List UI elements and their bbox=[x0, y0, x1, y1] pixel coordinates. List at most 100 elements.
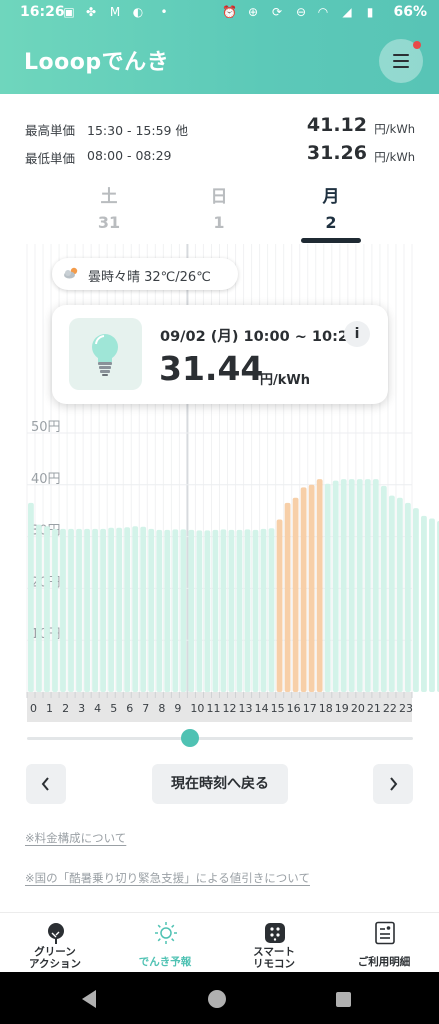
tab-day-label: 日 bbox=[210, 187, 228, 207]
price-tooltip-card: 09/02 (月) 10:00 ~ 10:29 i 31.44 円/kWh bbox=[52, 305, 388, 404]
selected-price-value: 31.44 bbox=[159, 349, 264, 388]
min-price-value: 31.26 bbox=[306, 142, 367, 164]
price-bar bbox=[228, 529, 235, 692]
time-slider-track[interactable] bbox=[27, 737, 413, 740]
price-bar bbox=[164, 529, 171, 692]
wifi-icon: ◠ bbox=[317, 5, 329, 19]
price-bar bbox=[332, 480, 339, 692]
nav-label: グリーン アクション bbox=[29, 946, 81, 970]
dot-icon: • bbox=[160, 5, 168, 19]
battery-level: 66% bbox=[393, 4, 427, 20]
nav-green-action[interactable]: グリーン アクション bbox=[0, 913, 110, 973]
x-axis-label: 10 bbox=[190, 702, 204, 715]
back-to-now-button[interactable]: 現在時刻へ戻る bbox=[152, 764, 288, 804]
status-bar: 16:26 ▣ ✤ M ◐ • ⏰ ⊕ ⟳ ⊖ ◠ ◢ ▮ 66% bbox=[0, 0, 439, 26]
nav-label: でんき予報 bbox=[138, 956, 192, 968]
price-bar bbox=[340, 479, 347, 692]
fan-icon: ✤ bbox=[85, 5, 97, 19]
bill-icon bbox=[375, 921, 395, 945]
price-bar bbox=[84, 528, 90, 692]
max-price-range: 15:30 - 15:59 他 bbox=[87, 123, 188, 138]
price-bar-peak bbox=[300, 487, 307, 692]
price-bar bbox=[260, 528, 267, 692]
x-axis-label: 9 bbox=[174, 702, 181, 715]
sync-icon: ⟳ bbox=[271, 5, 283, 19]
price-bar bbox=[364, 479, 371, 692]
back-icon[interactable] bbox=[82, 990, 96, 1008]
max-price-label: 最高単価 bbox=[25, 123, 76, 138]
chevron-left-icon bbox=[41, 777, 49, 791]
price-bar bbox=[44, 526, 50, 692]
price-bar-peak bbox=[292, 497, 299, 692]
price-bar bbox=[132, 526, 139, 692]
x-axis-label: 16 bbox=[287, 702, 301, 715]
tab-day-number: 31 bbox=[97, 213, 121, 232]
x-axis-label: 11 bbox=[206, 702, 220, 715]
prev-button[interactable] bbox=[26, 764, 66, 804]
tab-day-sat[interactable]: 土 31 bbox=[74, 182, 144, 232]
selected-time-slot: 09/02 (月) 10:00 ~ 10:29 bbox=[160, 329, 359, 345]
price-bar-peak bbox=[276, 519, 283, 692]
menu-button[interactable] bbox=[379, 39, 423, 83]
top-header: 16:26 ▣ ✤ M ◐ • ⏰ ⊕ ⟳ ⊖ ◠ ◢ ▮ 66% Looopで… bbox=[0, 0, 439, 94]
price-bar bbox=[52, 528, 58, 692]
price-bar bbox=[356, 479, 363, 692]
price-bar bbox=[92, 528, 98, 692]
recents-icon[interactable] bbox=[336, 992, 351, 1007]
x-axis-label: 18 bbox=[319, 702, 333, 715]
tab-day-sun[interactable]: 日 1 bbox=[184, 182, 254, 232]
price-bar bbox=[68, 528, 74, 692]
nav-smart-remote[interactable]: スマート リモコン bbox=[219, 913, 329, 973]
price-bar bbox=[413, 508, 419, 692]
x-axis-label: 0 bbox=[30, 702, 37, 715]
x-axis-label: 15 bbox=[271, 702, 285, 715]
price-bar bbox=[236, 529, 243, 692]
weather-pill: 曇時々晴 32℃/26℃ bbox=[52, 258, 238, 290]
price-bar bbox=[220, 529, 227, 692]
x-axis-label: 1 bbox=[46, 702, 53, 715]
tab-day-number: 2 bbox=[325, 213, 337, 232]
price-bar bbox=[28, 502, 34, 692]
max-price-value: 41.12 bbox=[306, 114, 367, 136]
price-bar bbox=[348, 479, 355, 692]
y-axis-label: 50円 bbox=[31, 420, 61, 435]
do-not-disturb-icon: ⊖ bbox=[295, 5, 307, 19]
price-bar bbox=[429, 518, 435, 692]
next-button[interactable] bbox=[373, 764, 413, 804]
price-bar bbox=[388, 495, 395, 692]
tree-icon bbox=[48, 923, 64, 944]
nav-denki-forecast[interactable]: でんき予報 bbox=[110, 913, 220, 973]
time-slider-thumb[interactable] bbox=[181, 729, 199, 747]
price-bar bbox=[116, 527, 123, 692]
alarm-icon: ⏰ bbox=[222, 5, 237, 19]
price-bar bbox=[268, 528, 275, 692]
price-bar bbox=[372, 479, 379, 692]
battery-icon: ▮ bbox=[366, 5, 374, 19]
discount-info-link[interactable]: ※国の「酷暑乗り切り緊急支援」による値引きについて bbox=[25, 870, 310, 886]
x-axis-label: 5 bbox=[110, 702, 117, 715]
data-saver-icon: ⊕ bbox=[247, 5, 259, 19]
home-icon[interactable] bbox=[208, 990, 226, 1008]
price-bar bbox=[124, 527, 131, 692]
active-tab-indicator bbox=[301, 238, 361, 243]
pricing-structure-link[interactable]: ※料金構成について bbox=[25, 830, 126, 846]
min-price-row: 最低単価 08:00 - 08:29 31.26 円/kWh bbox=[25, 142, 415, 166]
x-axis-label: 13 bbox=[239, 702, 253, 715]
nav-billing[interactable]: ご利用明細 bbox=[329, 913, 439, 973]
price-bar bbox=[188, 529, 195, 692]
status-time: 16:26 bbox=[20, 4, 65, 20]
chevron-right-icon bbox=[390, 777, 398, 791]
info-button[interactable]: i bbox=[344, 321, 370, 347]
price-bar bbox=[380, 485, 387, 692]
x-axis-label: 12 bbox=[223, 702, 237, 715]
price-bar bbox=[252, 529, 259, 692]
price-bar bbox=[180, 529, 187, 692]
y-axis-label: 40円 bbox=[31, 472, 61, 487]
mail-icon: M bbox=[109, 5, 121, 19]
price-bar bbox=[196, 530, 203, 692]
price-bar bbox=[212, 529, 219, 692]
tab-day-mon[interactable]: 月 2 bbox=[296, 182, 366, 232]
x-axis-label: 7 bbox=[142, 702, 149, 715]
selected-price-unit: 円/kWh bbox=[260, 373, 310, 388]
x-axis-label: 3 bbox=[78, 702, 85, 715]
